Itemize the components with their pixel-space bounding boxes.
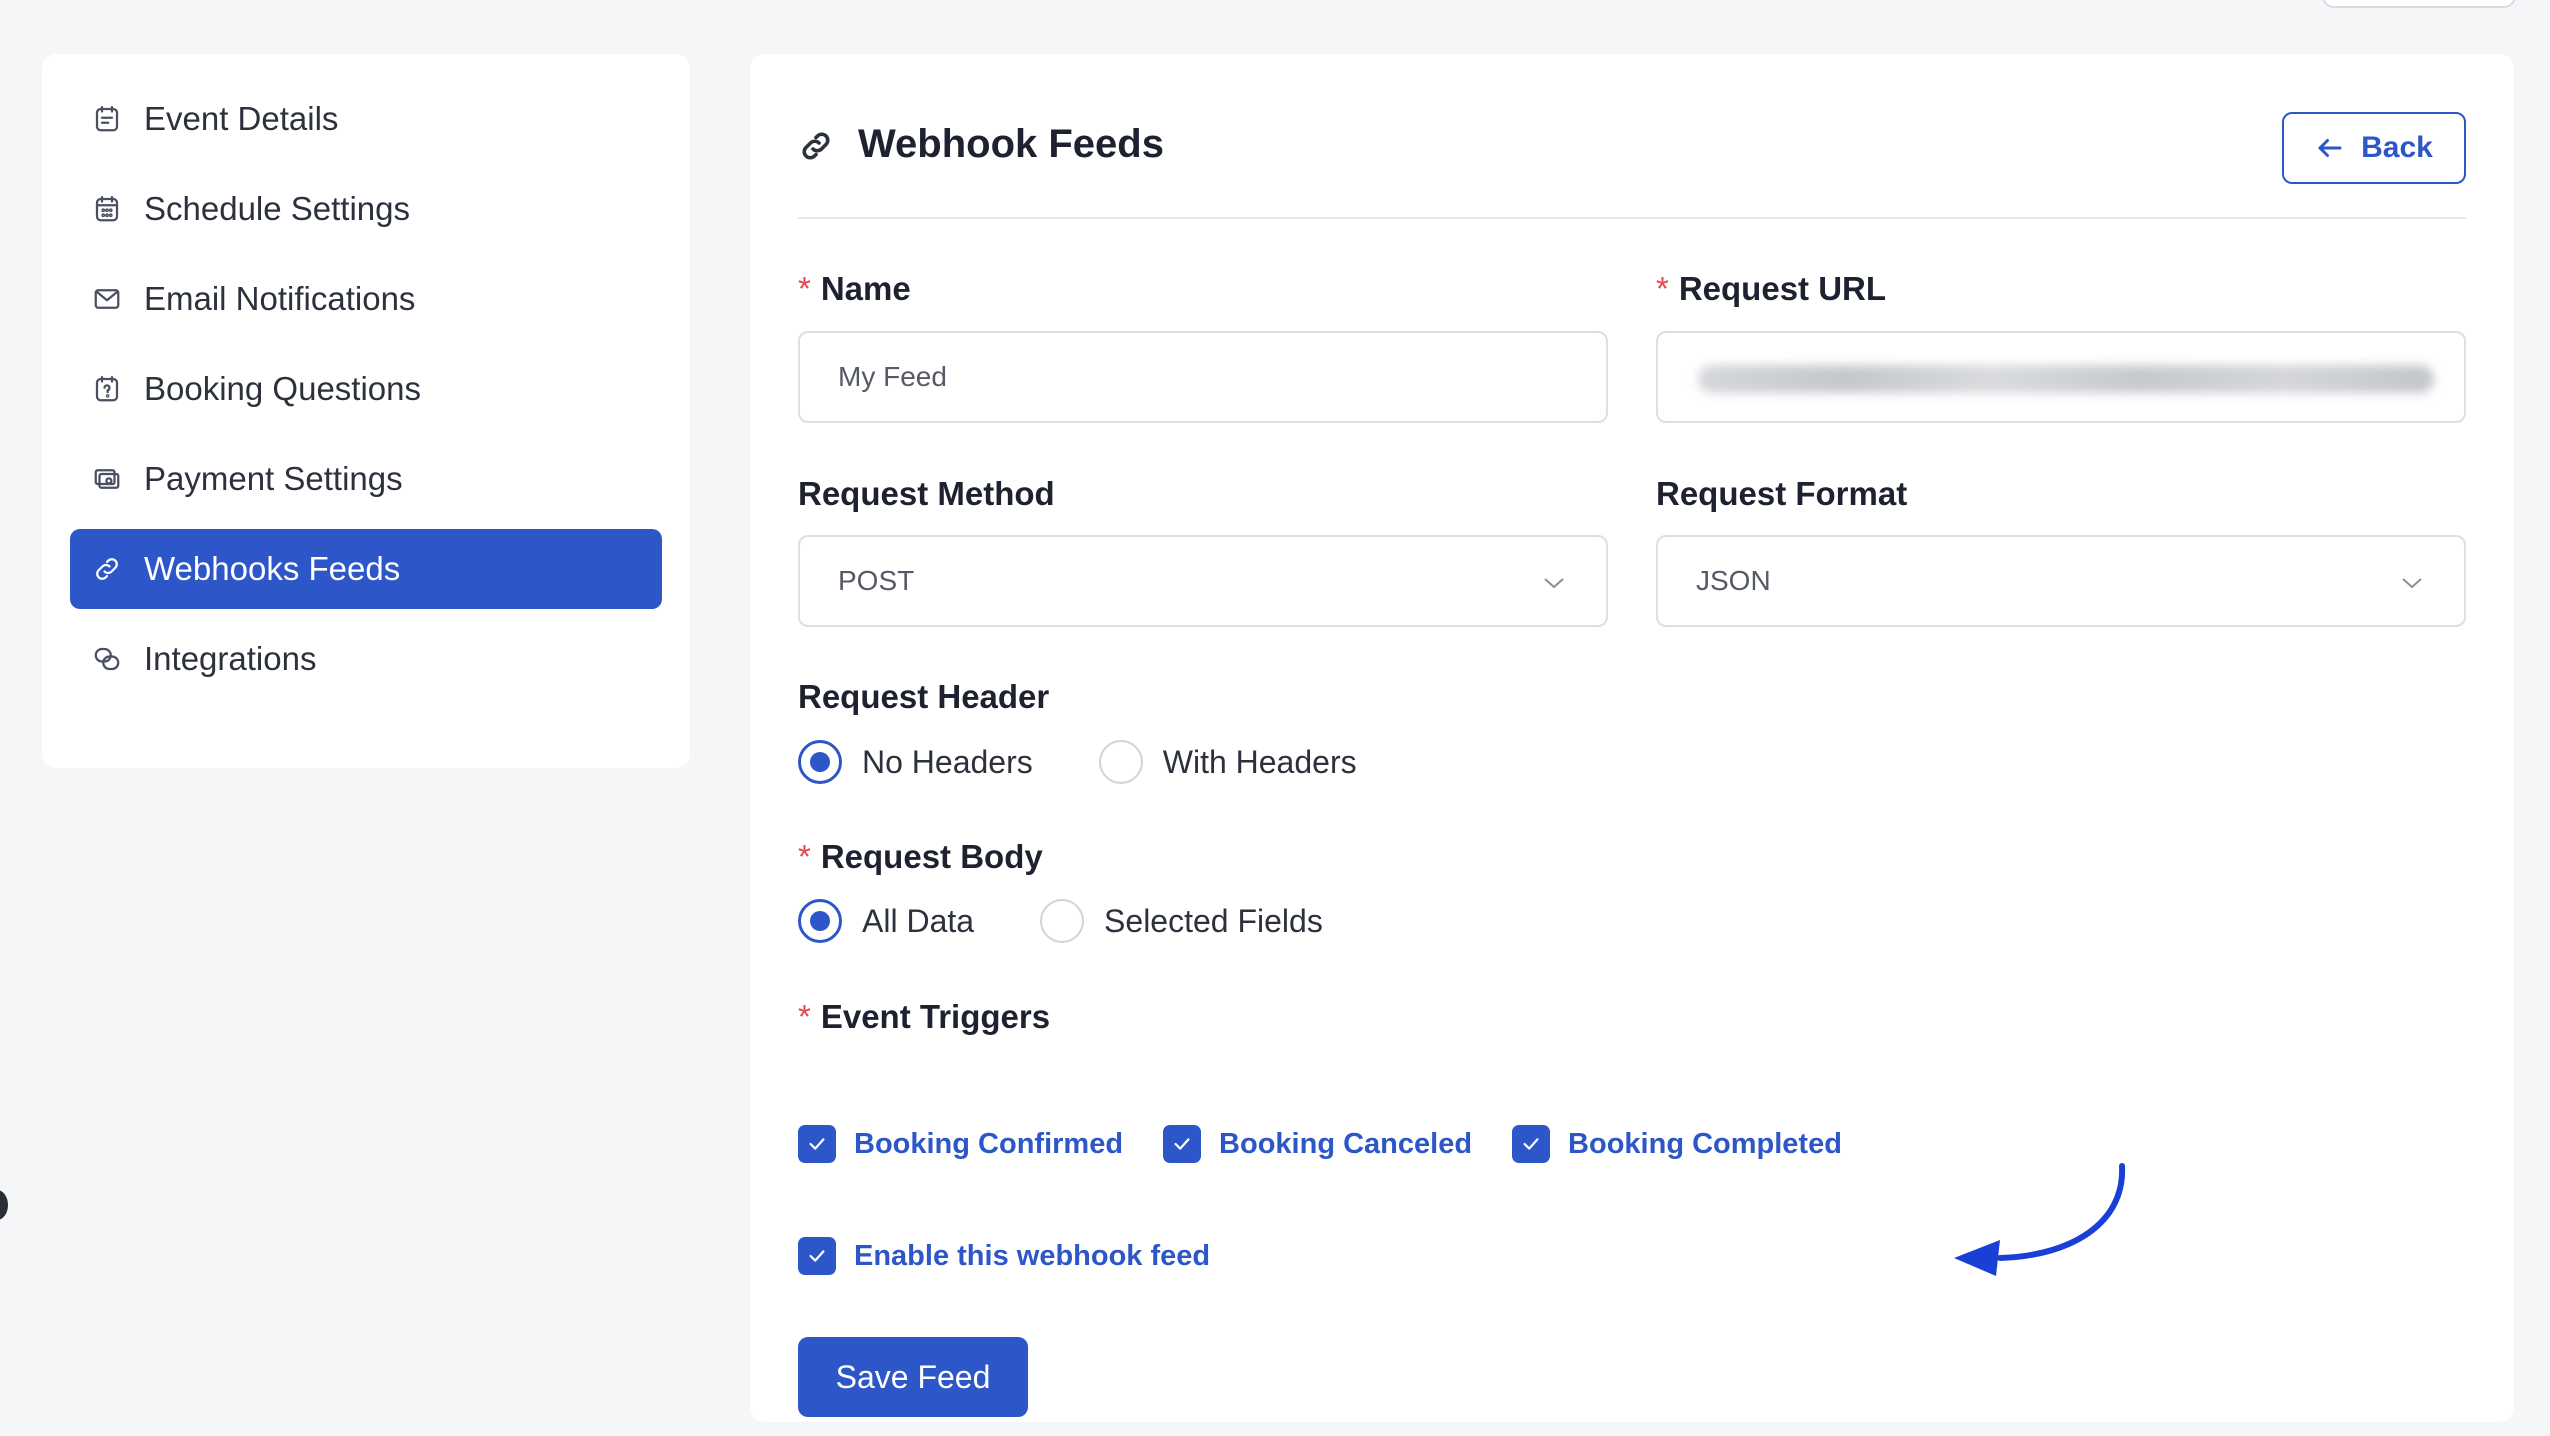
sidebar-item-label: Webhooks Feeds xyxy=(144,550,401,587)
required-asterisk: * xyxy=(798,838,811,875)
calendar-grid-icon xyxy=(90,192,124,226)
request-format-value: JSON xyxy=(1696,565,1771,596)
request-body-label: * Request Body xyxy=(798,838,1043,875)
sidebar-item-label: Schedule Settings xyxy=(144,190,411,227)
check-icon xyxy=(809,1138,825,1150)
sidebar-item-label: Email Notifications xyxy=(144,280,416,317)
back-button-label: Back xyxy=(2361,131,2433,164)
request-url-input[interactable] xyxy=(1656,331,2466,423)
request-method-label: Request Method xyxy=(798,475,1055,512)
radio-circle xyxy=(798,740,842,784)
required-asterisk: * xyxy=(798,270,811,307)
sidebar-item-integrations[interactable]: Integrations xyxy=(70,619,662,699)
checkbox-label: Booking Confirmed xyxy=(854,1127,1124,1160)
check-icon xyxy=(1174,1138,1190,1150)
radio-all-data[interactable]: All Data xyxy=(798,899,974,943)
sidebar: Event Details Schedule Settings Email No… xyxy=(42,54,690,768)
enable-feed-checkbox-group: Enable this webhook feed xyxy=(798,1237,1250,1275)
request-header-label: Request Header xyxy=(798,678,1050,715)
request-method-value: POST xyxy=(838,565,915,596)
sidebar-item-webhooks-feeds[interactable]: Webhooks Feeds xyxy=(70,529,662,609)
checkbox-checked xyxy=(1163,1125,1202,1163)
sidebar-item-email-notifications[interactable]: Email Notifications xyxy=(70,259,662,339)
question-calendar-icon xyxy=(90,372,124,406)
radio-label: No Headers xyxy=(862,743,1033,780)
sidebar-item-event-details[interactable]: Event Details xyxy=(70,79,662,159)
radio-circle xyxy=(1098,740,1143,784)
radio-no-headers[interactable]: No Headers xyxy=(798,740,1033,784)
annotation-arrow-icon xyxy=(1954,1163,2126,1276)
redacted-url xyxy=(1698,365,2434,393)
checkbox-label: Booking Canceled xyxy=(1219,1127,1473,1160)
checkbox-label: Booking Completed xyxy=(1568,1127,1842,1160)
payment-icon xyxy=(90,462,124,496)
request-url-label: * Request URL xyxy=(1656,270,1887,307)
sidebar-item-label: Event Details xyxy=(144,100,339,137)
integrations-icon xyxy=(90,642,124,676)
chevron-down-icon xyxy=(1544,578,1564,589)
calendar-note-icon xyxy=(90,102,124,136)
event-triggers-checkbox-group: Booking Confirmed Booking Canceled Booki… xyxy=(798,1125,1882,1163)
radio-circle xyxy=(1040,899,1085,943)
check-icon xyxy=(809,1250,825,1262)
name-input[interactable] xyxy=(798,331,1608,423)
required-asterisk: * xyxy=(1656,270,1669,307)
request-format-select[interactable]: JSON xyxy=(1656,535,2466,627)
radio-circle xyxy=(798,899,842,943)
link-icon xyxy=(798,128,838,168)
chevron-down-icon xyxy=(2402,578,2422,589)
arrow-left-icon xyxy=(2318,139,2342,157)
checkbox-checked xyxy=(1512,1125,1551,1163)
edge-indicator xyxy=(0,1190,8,1220)
top-control-edge xyxy=(2322,0,2516,8)
sidebar-item-label: Booking Questions xyxy=(144,370,422,407)
checkbox-enable-webhook-feed[interactable]: Enable this webhook feed xyxy=(798,1237,1210,1275)
sidebar-item-payment-settings[interactable]: Payment Settings xyxy=(70,439,662,519)
save-feed-button[interactable]: Save Feed xyxy=(798,1337,1028,1417)
radio-label: With Headers xyxy=(1162,743,1357,780)
page-title: Webhook Feeds xyxy=(858,122,1164,166)
radio-with-headers[interactable]: With Headers xyxy=(1098,740,1357,784)
required-asterisk: * xyxy=(798,998,811,1035)
request-method-select[interactable]: POST xyxy=(798,535,1608,627)
mail-icon xyxy=(90,282,124,316)
request-header-radio-group: No Headers With Headers xyxy=(798,740,1423,784)
checkbox-booking-canceled[interactable]: Booking Canceled xyxy=(1163,1125,1472,1163)
checkbox-booking-confirmed[interactable]: Booking Confirmed xyxy=(798,1125,1123,1163)
name-label: * Name xyxy=(798,270,911,307)
panel-header: Webhook Feeds Back xyxy=(798,54,2466,219)
radio-label: All Data xyxy=(862,902,975,939)
request-body-radio-group: All Data Selected Fields xyxy=(798,899,1389,943)
sidebar-item-booking-questions[interactable]: Booking Questions xyxy=(70,349,662,429)
sidebar-item-label: Payment Settings xyxy=(144,460,403,497)
checkbox-booking-completed[interactable]: Booking Completed xyxy=(1512,1125,1842,1163)
checkbox-checked xyxy=(798,1125,836,1163)
radio-label: Selected Fields xyxy=(1104,902,1323,939)
sidebar-item-label: Integrations xyxy=(144,640,317,677)
back-button[interactable]: Back xyxy=(2282,112,2466,184)
sidebar-item-schedule-settings[interactable]: Schedule Settings xyxy=(70,169,662,249)
event-triggers-label: * Event Triggers xyxy=(798,998,1051,1035)
checkbox-checked xyxy=(798,1237,836,1275)
check-icon xyxy=(1523,1138,1539,1150)
radio-selected-fields[interactable]: Selected Fields xyxy=(1040,899,1323,943)
webhook-feed-panel: Webhook Feeds Back *Name *Request URL Re… xyxy=(750,54,2514,1422)
link-icon xyxy=(90,552,124,586)
checkbox-label: Enable this webhook feed xyxy=(854,1239,1211,1272)
request-format-label: Request Format xyxy=(1656,475,1908,512)
